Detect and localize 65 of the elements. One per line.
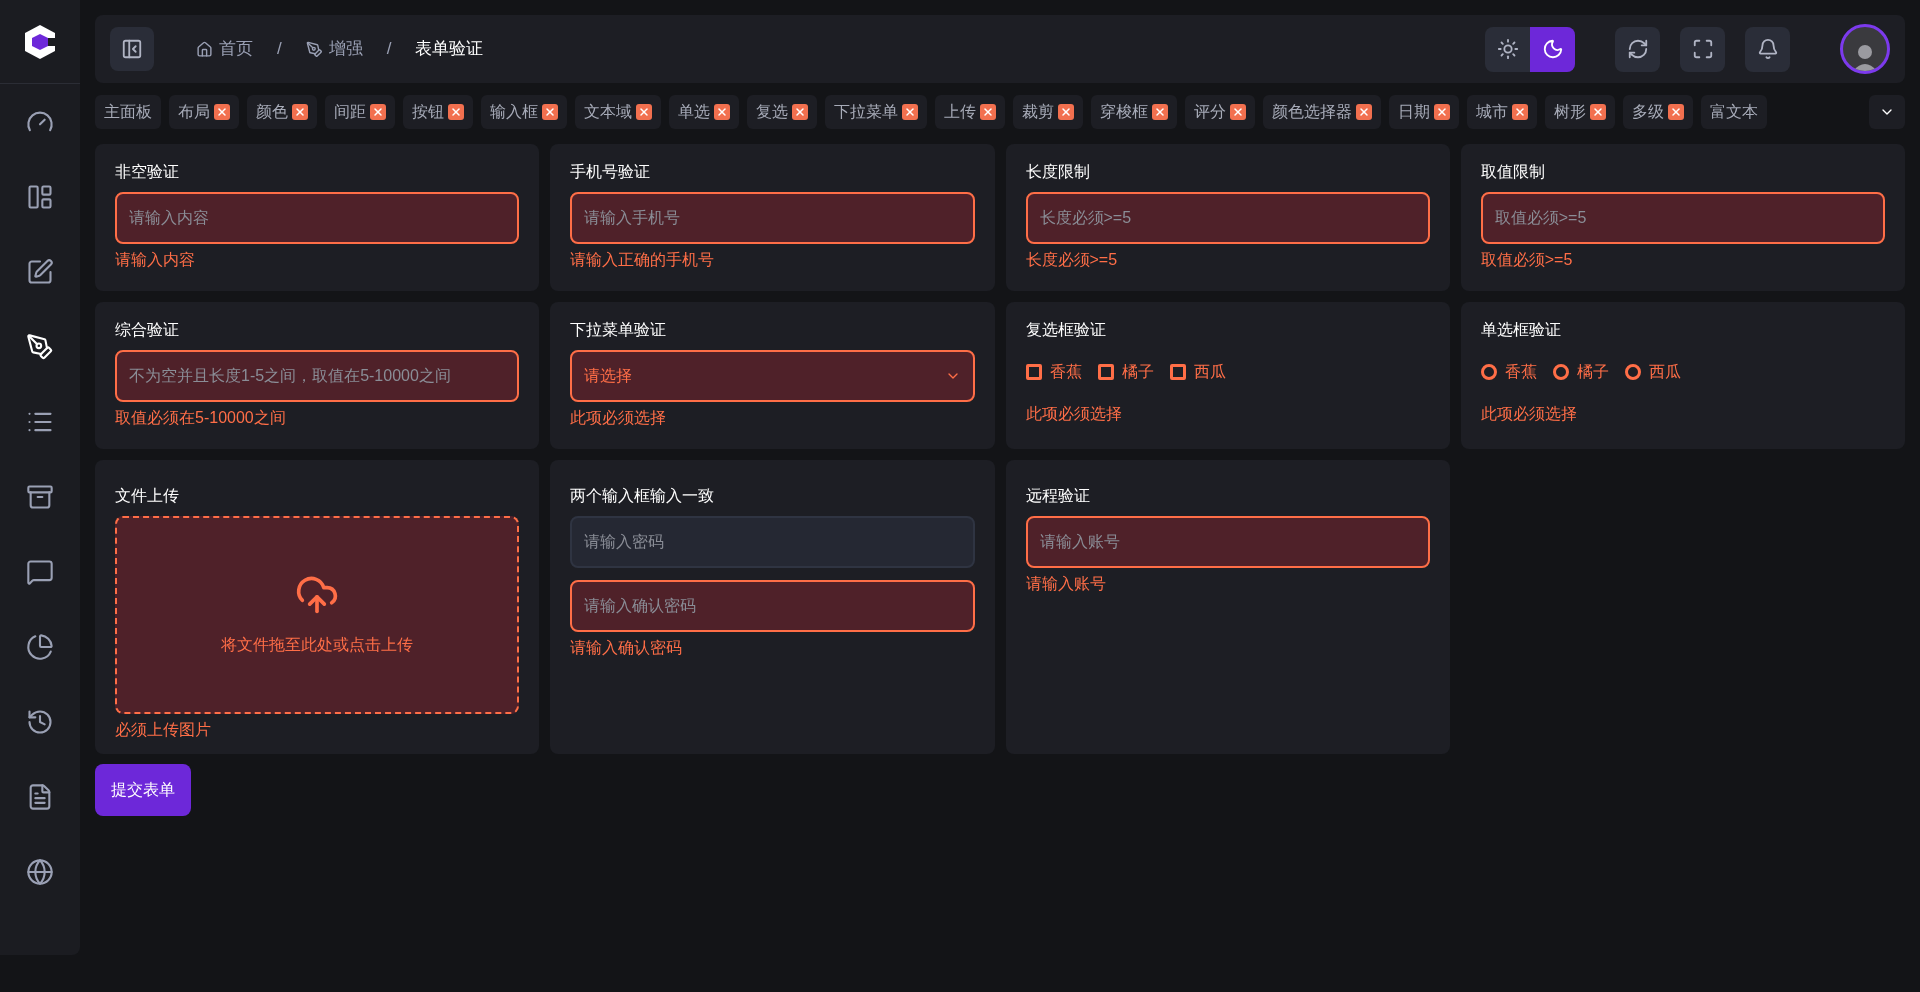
radio-option[interactable]: 香蕉: [1480, 360, 1537, 384]
page-tab[interactable]: 主面板: [95, 95, 161, 129]
select-field[interactable]: 请选择: [570, 350, 975, 402]
card-title: 取值限制: [1480, 162, 1546, 182]
page-tab[interactable]: 评分: [1185, 95, 1255, 129]
error-message: 请输入账号: [1025, 574, 1107, 594]
page-tab[interactable]: 文本域: [575, 95, 661, 129]
page-tab[interactable]: 按钮: [403, 95, 473, 129]
card-title: 非空验证: [115, 162, 180, 182]
page-tab[interactable]: 富文本: [1701, 95, 1767, 129]
card-title: 单选框验证: [1480, 320, 1562, 340]
card-title: 文件上传: [115, 486, 180, 506]
text-field[interactable]: 请输入账号: [1025, 516, 1430, 568]
page-tab[interactable]: 颜色选择器: [1263, 95, 1381, 129]
card-title: 综合验证: [115, 320, 180, 340]
breadcrumb-link[interactable]: 增强: [305, 36, 363, 62]
card-title: 长度限制: [1025, 162, 1091, 182]
radio-option[interactable]: 橘子: [1552, 360, 1609, 384]
page-tab[interactable]: 多级: [1623, 95, 1693, 129]
text-field[interactable]: 不为空并且长度1-5之间，取值在5-10000之间: [115, 350, 520, 402]
breadcrumb-link[interactable]: 表单验证: [415, 36, 484, 62]
text-field[interactable]: 请输入手机号: [570, 192, 975, 244]
page-tab[interactable]: 下拉菜单: [825, 95, 927, 129]
submit-button[interactable]: 提交表单: [95, 764, 191, 816]
error-message: 取值必须>=5: [1480, 250, 1574, 270]
error-message: 此项必须选择: [570, 408, 668, 428]
breadcrumb-separator: /: [277, 38, 282, 61]
breadcrumb-link[interactable]: 首页: [196, 36, 253, 62]
upload-dropzone[interactable]: 将文件拖至此处或点击上传: [115, 516, 520, 714]
checkbox-option[interactable]: 橘子: [1097, 360, 1154, 384]
card-title: 手机号验证: [570, 162, 652, 182]
error-message: 此项必须选择: [1480, 404, 1578, 424]
text-field[interactable]: 请输入确认密码: [570, 580, 975, 632]
page-tab[interactable]: 输入框: [481, 95, 567, 129]
checkbox-option[interactable]: 西瓜: [1169, 360, 1226, 384]
card-title: 复选框验证: [1025, 320, 1107, 340]
page-tab[interactable]: 颜色: [247, 95, 317, 129]
page-tab[interactable]: 单选: [669, 95, 739, 129]
text-field[interactable]: 取值必须>=5: [1480, 192, 1885, 244]
page-tab[interactable]: 间距: [325, 95, 395, 129]
page-tab[interactable]: 日期: [1389, 95, 1459, 129]
radio-option[interactable]: 西瓜: [1624, 360, 1681, 384]
card-title: 远程验证: [1025, 486, 1091, 506]
page-tab[interactable]: 城市: [1467, 95, 1537, 129]
upload-hint: 将文件拖至此处或点击上传: [221, 635, 414, 655]
error-message: 请输入确认密码: [570, 638, 684, 658]
card-title: 下拉菜单验证: [570, 320, 668, 340]
page-tab[interactable]: 布局: [169, 95, 239, 129]
breadcrumb-separator: /: [386, 38, 392, 61]
error-message: 请输入内容: [115, 250, 196, 270]
error-message: 必须上传图片: [115, 720, 212, 740]
error-message: 此项必须选择: [1025, 404, 1123, 424]
page-tab[interactable]: 上传: [935, 95, 1005, 129]
page-tab[interactable]: 裁剪: [1013, 95, 1083, 129]
text-field[interactable]: 长度必须>=5: [1025, 192, 1430, 244]
text-field[interactable]: 请输入密码: [570, 516, 975, 568]
error-message: 请输入正确的手机号: [570, 250, 716, 270]
text-field[interactable]: 请输入内容: [115, 192, 520, 244]
page-tab[interactable]: 复选: [747, 95, 817, 129]
page-tab[interactable]: 穿梭框: [1091, 95, 1177, 129]
error-message: 长度必须>=5: [1025, 250, 1119, 270]
checkbox-option[interactable]: 香蕉: [1025, 360, 1082, 384]
card-title: 两个输入框输入一致: [570, 486, 716, 506]
page-tab[interactable]: 树形: [1545, 95, 1615, 129]
error-message: 取值必须在5-10000之间: [115, 408, 287, 428]
